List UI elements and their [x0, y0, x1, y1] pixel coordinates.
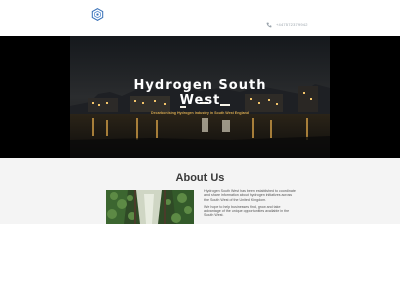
about-paragraph-2: We hope to help businesses find, grow an…	[204, 204, 290, 218]
hero-title-line2: West	[179, 93, 221, 108]
about-heading: About Us	[175, 172, 225, 184]
hero-title-line1: Hydrogen South	[133, 78, 267, 93]
forest-gorge-photo	[106, 190, 194, 224]
site-logo[interactable]	[91, 8, 104, 21]
top-bar: +447572379942	[0, 0, 400, 36]
hero-banner: Hydrogen South West Decarbonising Hydrog…	[0, 36, 400, 158]
hero-title: Hydrogen South West	[70, 78, 330, 108]
hero-subtitle: Decarbonising Hydrogen Industry in South…	[151, 111, 249, 115]
about-section: About Us Hydrogen South West has been es…	[0, 158, 400, 224]
phone-number: +447572379942	[276, 22, 308, 27]
about-text: Hydrogen South West has been established…	[204, 189, 298, 221]
hexagon-logo-icon	[91, 8, 104, 21]
phone-link[interactable]: +447572379942	[266, 22, 308, 28]
about-paragraph-1: Hydrogen South West has been established…	[204, 189, 296, 202]
page: +447572379942 Hydrogen South West Decarb…	[0, 0, 400, 300]
phone-icon	[266, 22, 272, 28]
